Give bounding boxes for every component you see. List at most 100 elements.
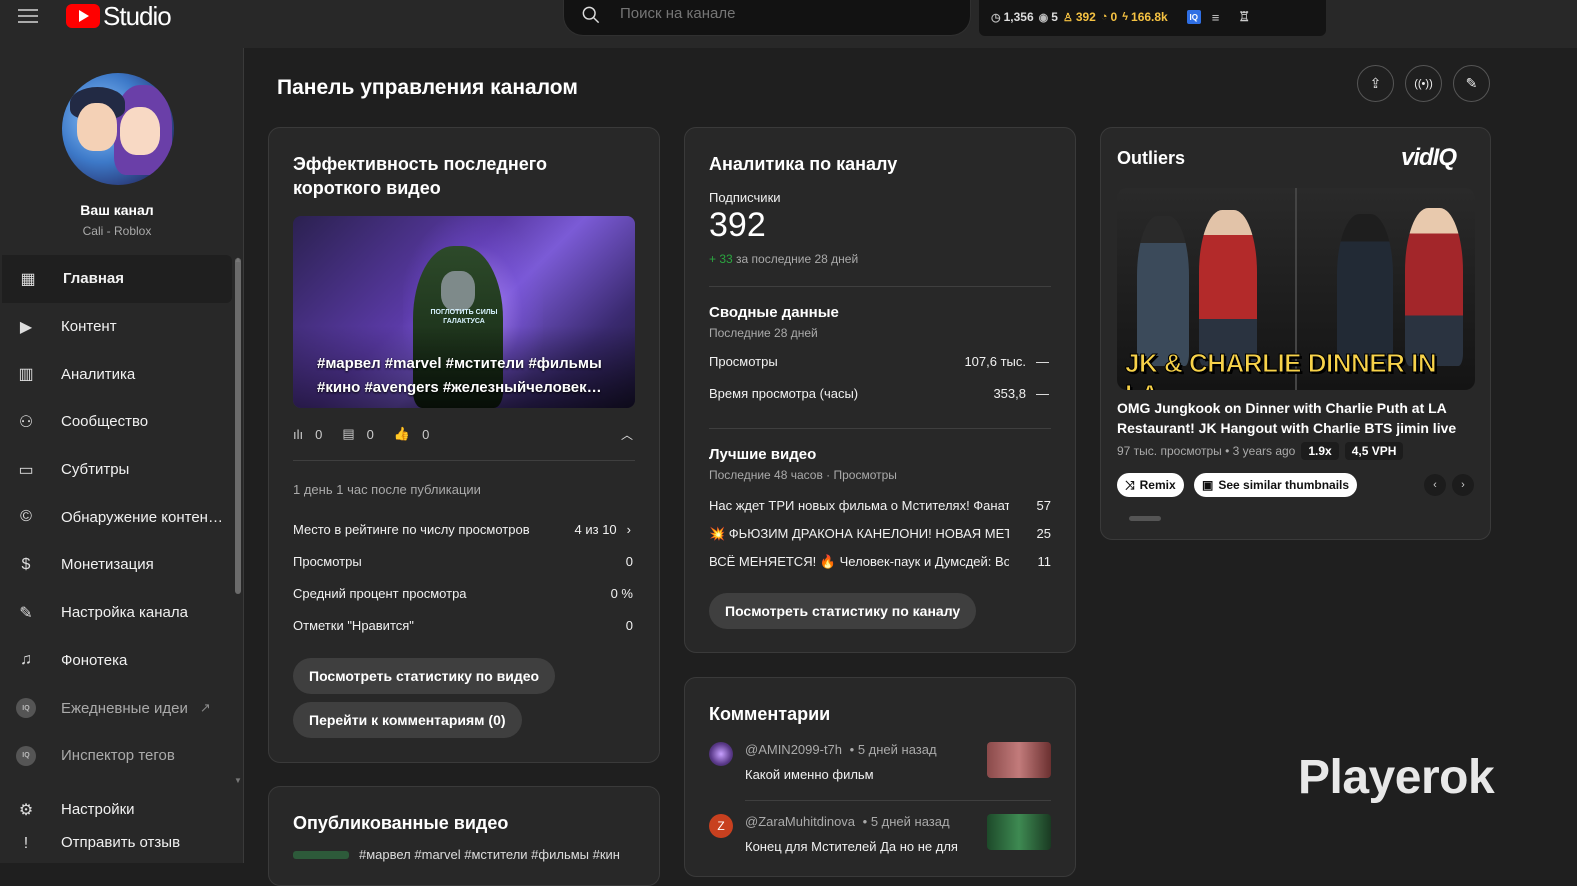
stat-subs-value: 392	[1075, 10, 1096, 24]
sidebar-item-daily-ideas[interactable]: IQ Ежедневные идеи ↗	[0, 684, 234, 732]
published-video-title[interactable]: #марвел #marvel #мстители #фильмы #кин	[359, 847, 620, 862]
channel-subtitle: Cali - Roblox	[82, 224, 152, 238]
short-quick-stats: ılı 0 ▤ 0 👍 0	[293, 426, 429, 442]
search-input[interactable]	[620, 5, 940, 22]
scrollbar-thumb[interactable]	[1129, 516, 1161, 521]
comment-item[interactable]: Z @ZaraMuhitdinova • 5 дней назад Конец …	[709, 814, 1051, 864]
subscribers-label: Подписчики	[709, 190, 781, 205]
comment-author[interactable]: @ZaraMuhitdinova	[745, 814, 855, 829]
top-video-row[interactable]: 💥 ФЬЮЗИМ ДРАКОНА КАНЕЛОНИ! НОВАЯ МЕТА … 2…	[709, 526, 1051, 542]
sidebar-item-feedback[interactable]: ! Отправить отзыв	[0, 834, 234, 860]
vidiq-circle-icon: IQ	[16, 745, 36, 766]
watermark: Playerok	[1298, 751, 1495, 804]
shuffle-icon: ⤨	[1125, 477, 1135, 492]
vidiq-icon[interactable]: IQ	[1186, 10, 1201, 24]
vidiq-daily-icon: IQ	[16, 698, 36, 719]
summary-title: Сводные данные	[709, 304, 839, 321]
sidebar-item-label: Настройка канала	[61, 604, 188, 622]
sidebar-item-monetization[interactable]: $ Монетизация	[0, 541, 234, 589]
avg-view-row: Средний процент просмотра 0 %	[293, 586, 635, 601]
view-channel-stats-button[interactable]: Посмотреть статистику по каналу	[709, 593, 977, 629]
outlier-multiplier-badge: 1.9x	[1301, 442, 1339, 460]
sidebar-item-audio-library[interactable]: ♫ Фонотека	[0, 637, 234, 685]
comment-video-thumb[interactable]	[987, 814, 1051, 850]
search-icon[interactable]	[582, 6, 600, 24]
music-icon: ♫	[20, 651, 32, 669]
comment-author-line: @AMIN2099-t7h • 5 дней назад	[745, 742, 937, 757]
comments-card: Комментарии @AMIN2099-t7h • 5 дней назад…	[684, 677, 1076, 877]
ranking-row[interactable]: Место в рейтинге по числу просмотров 4 из…	[293, 522, 635, 537]
trophy-icon[interactable]: ♖	[1238, 9, 1250, 25]
metric-value: 107,6 тыс.	[964, 354, 1026, 369]
gear-icon: ⚙	[18, 801, 34, 819]
stat-views: ◷ 1,356	[991, 10, 1034, 24]
chevron-left-icon: ‹	[1433, 479, 1437, 491]
outlier-views-age: 97 тыс. просмотры • 3 years ago	[1117, 444, 1296, 458]
sidebar-item-label: Настройки	[61, 801, 135, 819]
metric-label: Время просмотра (часы)	[709, 386, 859, 401]
top-video-row[interactable]: ВСЁ МЕНЯЕТСЯ! 🔥 Человек-паук и Думсдей: …	[709, 554, 1051, 570]
menu-icon[interactable]	[18, 9, 38, 23]
list-icon[interactable]: ≡	[1212, 10, 1220, 25]
go-to-comments-button[interactable]: Перейти к комментариям (0)	[293, 702, 522, 738]
subtitles-icon: ▭	[18, 461, 34, 479]
sidebar-item-community[interactable]: ⚇ Сообщество	[0, 398, 234, 446]
sidebar-nav: ▦ Главная ▶ Контент ▥ Аналитика ⚇ Сообщество…	[0, 255, 234, 780]
sidebar-item-label: Отправить отзыв	[61, 833, 181, 851]
outlier-video-title[interactable]: OMG Jungkook on Dinner with Charlie Puth…	[1117, 398, 1477, 438]
remix-button[interactable]: ⤨ Remix	[1117, 473, 1184, 497]
comment-avatar[interactable]	[709, 742, 733, 766]
channel-avatar[interactable]	[62, 73, 174, 185]
sidebar-item-content-detection[interactable]: © Обнаружение контен…	[0, 493, 234, 541]
outliers-h-scrollbar[interactable]	[1117, 516, 1475, 522]
sidebar-item-tag-inspector[interactable]: IQ Инспектор тегов	[0, 732, 234, 780]
published-video-thumb[interactable]	[293, 851, 349, 859]
metric-value: 353,8	[993, 386, 1026, 401]
divider	[709, 428, 1051, 429]
outlier-thumbnail[interactable]: JK & CHARLIE DINNER IN LA	[1117, 188, 1475, 390]
search-bar[interactable]	[563, 0, 971, 36]
copyright-icon: ©	[20, 508, 32, 526]
create-post-button[interactable]: ✎	[1453, 65, 1490, 102]
short-comments-count: 0	[366, 426, 374, 442]
sidebar-item-settings[interactable]: ⚙ Настройки	[0, 786, 234, 834]
video-icon: ▶	[19, 318, 33, 336]
remix-label: Remix	[1139, 478, 1176, 492]
sidebar-item-customization[interactable]: ✎ Настройка канала	[0, 589, 234, 637]
prev-outlier-button[interactable]: ‹	[1424, 474, 1446, 496]
lightning-icon: ϟ	[1122, 11, 1129, 23]
sidebar-item-analytics[interactable]: ▥ Аналитика	[0, 350, 234, 398]
comment-video-thumb[interactable]	[987, 742, 1051, 778]
top-video-views: 11	[1037, 554, 1052, 569]
studio-logo[interactable]: Studio	[66, 1, 172, 31]
thumbnail-person	[1405, 208, 1463, 366]
bar-chart-icon: ılı	[293, 426, 304, 442]
metric-value-wrap: 4 из 10 ›	[575, 522, 635, 537]
sidebar-item-content[interactable]: ▶ Контент	[0, 303, 234, 351]
comment-time: • 5 дней назад	[862, 814, 950, 829]
next-outlier-button[interactable]: ›	[1452, 474, 1474, 496]
comment-avatar[interactable]: Z	[709, 814, 733, 838]
sidebar-item-label: Контент	[61, 318, 117, 336]
sidebar-scrollbar[interactable]	[235, 258, 241, 594]
summary-watchtime-row: Время просмотра (часы) 353,8 —	[709, 386, 1051, 401]
thumbnail-mask	[441, 271, 475, 311]
comment-author[interactable]: @AMIN2099-t7h	[745, 742, 842, 757]
upload-button[interactable]: ⇪	[1357, 65, 1394, 102]
view-video-stats-button[interactable]: Посмотреть статистику по видео	[293, 658, 556, 694]
chevron-up-icon[interactable]: ︿	[621, 426, 633, 443]
sidebar-item-home[interactable]: ▦ Главная	[2, 255, 232, 303]
short-thumbnail[interactable]: ПОГЛОТИТЬ СИЛЫ ГАЛАКТУСА #марвел #marvel…	[293, 216, 635, 408]
eye-icon: ◉	[1038, 11, 1049, 24]
top-video-row[interactable]: Нас ждет ТРИ новых фильма о Мстителях! Ф…	[709, 498, 1051, 513]
comment-text: Конец для Мстителей Да но не для	[745, 839, 958, 854]
sidebar-item-subtitles[interactable]: ▭ Субтитры	[0, 446, 234, 494]
comment-item[interactable]: @AMIN2099-t7h • 5 дней назад Какой именн…	[709, 742, 1051, 792]
comment-icon: ▤	[342, 426, 355, 441]
vidiq-tags-icon: IQ	[16, 745, 36, 766]
comments-title: Комментарии	[709, 704, 831, 724]
similar-thumbnails-button[interactable]: ▣ See similar thumbnails	[1194, 473, 1358, 497]
scroll-down-icon[interactable]: ▼	[234, 776, 242, 785]
scroll-up-icon[interactable]: ▲	[234, 255, 242, 264]
go-live-button[interactable]: ((•))	[1405, 65, 1442, 102]
